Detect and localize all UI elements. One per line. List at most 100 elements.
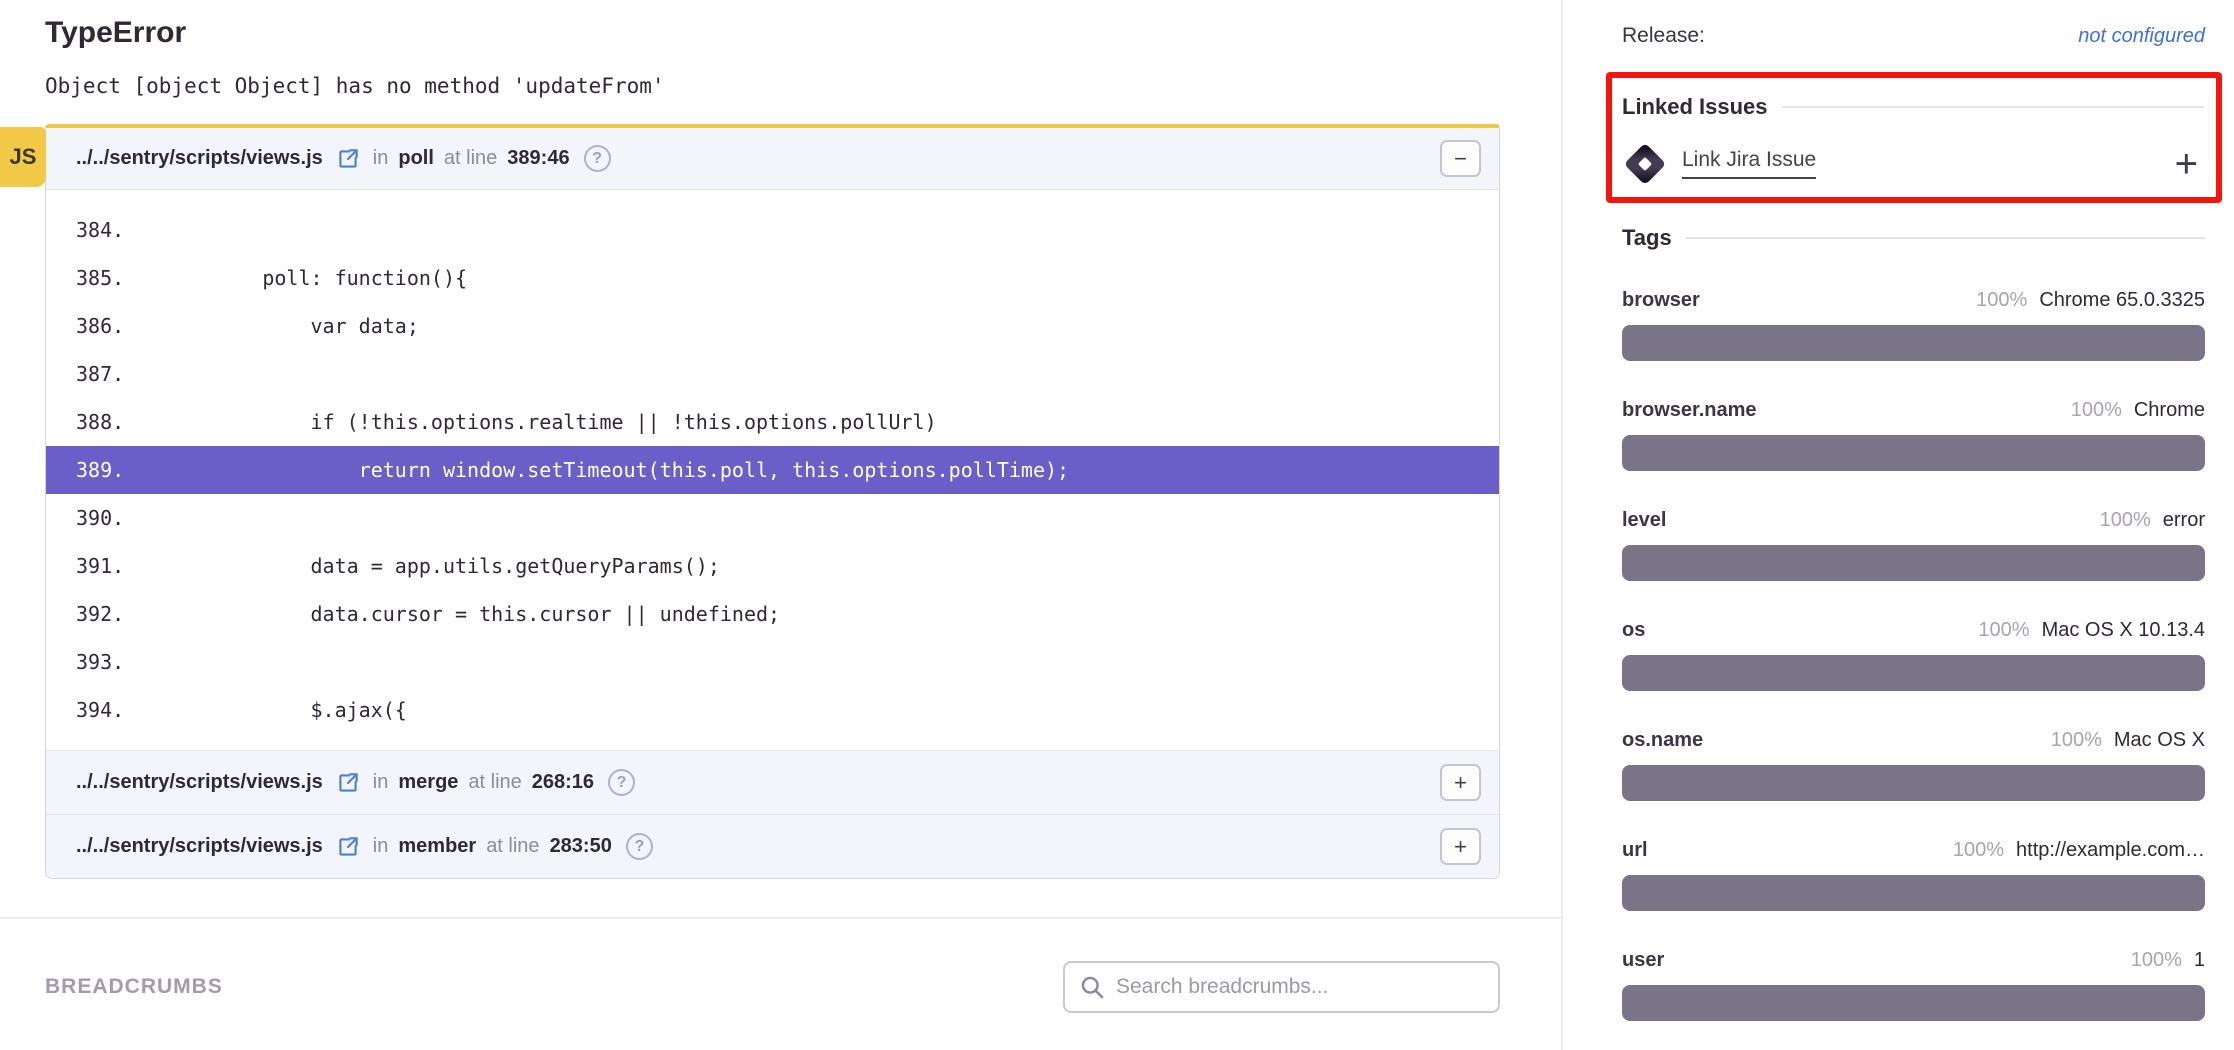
tags-header: Tags [1622, 225, 2205, 251]
header-rule [1782, 106, 2204, 108]
release-not-configured-link[interactable]: not configured [2078, 25, 2205, 48]
tag-percent: 100% [2100, 509, 2151, 532]
frame-function-name: member [398, 835, 476, 858]
expand-frame-button[interactable]: + [1440, 764, 1481, 801]
tag-percent: 100% [1978, 619, 2029, 642]
tag-value: error [2163, 509, 2205, 532]
code-line: 391. data = app.utils.getQueryParams(); [46, 542, 1499, 590]
breadcrumbs-search-input[interactable] [1116, 975, 1484, 999]
at-line-label: at line [468, 771, 521, 794]
help-icon[interactable]: ? [626, 833, 653, 860]
tag-percent: 100% [2071, 399, 2122, 422]
frame-line-number: 268:16 [532, 771, 594, 794]
stack-frame-collapsed-member: ../../sentry/scripts/views.js in member … [46, 814, 1499, 878]
frame-file-path: ../../sentry/scripts/views.js [76, 771, 323, 794]
breadcrumbs-header: BREADCRUMBS [45, 961, 1500, 1013]
tag-distribution-bar [1622, 985, 2205, 1021]
link-jira-issue-link[interactable]: Link Jira Issue [1682, 148, 1816, 179]
code-line: 392. data.cursor = this.cursor || undefi… [46, 590, 1499, 638]
at-line-label: at line [444, 147, 497, 170]
code-line: 385. poll: function(){ [46, 254, 1499, 302]
tag-key: level [1622, 509, 1666, 532]
tag-row-browser: browser 100% Chrome 65.0.3325 [1622, 289, 2205, 361]
release-row: Release: not configured [1622, 24, 2205, 48]
tag-row-os: os 100% Mac OS X 10.13.4 [1622, 619, 2205, 691]
tag-value: Chrome 65.0.3325 [2039, 289, 2205, 312]
search-icon [1079, 974, 1106, 1001]
tag-percent: 100% [2051, 729, 2102, 752]
at-line-label: at line [486, 835, 539, 858]
platform-js-badge: JS [0, 127, 46, 187]
in-label: in [373, 771, 389, 794]
frame-file-path: ../../sentry/scripts/views.js [76, 147, 323, 170]
breadcrumbs-section-divider [0, 917, 1561, 919]
tag-key: os [1622, 619, 1645, 642]
code-line: 394. $.ajax({ [46, 686, 1499, 734]
in-label: in [373, 147, 389, 170]
tag-distribution-bar [1622, 325, 2205, 361]
tag-key: os.name [1622, 729, 1703, 752]
tag-distribution-bar [1622, 435, 2205, 471]
external-link-icon[interactable] [335, 770, 361, 796]
tag-value: Mac OS X [2114, 729, 2205, 752]
help-icon[interactable]: ? [584, 145, 611, 172]
code-line: 384. [46, 206, 1499, 254]
tag-value: 1 [2194, 949, 2205, 972]
tag-key: url [1622, 839, 1648, 862]
tag-row-level: level 100% error [1622, 509, 2205, 581]
annotation-highlight-box: Linked Issues Link Jira Issue + [1606, 72, 2222, 203]
code-line: 388. if (!this.options.realtime || !this… [46, 398, 1499, 446]
external-link-icon[interactable] [335, 146, 361, 172]
error-message: Object [object Object] has no method 'up… [45, 74, 1561, 98]
jira-icon [1624, 142, 1666, 184]
frame-line-number: 389:46 [507, 147, 569, 170]
frame-function-name: poll [398, 147, 434, 170]
linked-issues-header: Linked Issues [1622, 94, 2204, 120]
breadcrumbs-search-box[interactable] [1063, 961, 1500, 1013]
expand-frame-button[interactable]: + [1440, 828, 1481, 865]
error-type-title: TypeError [45, 16, 1561, 50]
collapse-frame-button[interactable]: − [1440, 140, 1481, 177]
tag-percent: 100% [1953, 839, 2004, 862]
stacktrace-panel: ../../sentry/scripts/views.js in poll at… [45, 124, 1500, 879]
tag-distribution-bar [1622, 545, 2205, 581]
add-linked-issue-button[interactable]: + [2175, 150, 2198, 178]
code-line: 393. [46, 638, 1499, 686]
tag-row-os-name: os.name 100% Mac OS X [1622, 729, 2205, 801]
code-line: 386. var data; [46, 302, 1499, 350]
frame-line-number: 283:50 [550, 835, 612, 858]
tag-distribution-bar [1622, 655, 2205, 691]
tag-percent: 100% [2131, 949, 2182, 972]
tag-key: browser [1622, 289, 1700, 312]
issue-detail-main: TypeError Object [object Object] has no … [0, 0, 1563, 1050]
code-line: 387. [46, 350, 1499, 398]
tag-value: http://example.com… [2016, 839, 2205, 862]
tag-percent: 100% [1976, 289, 2027, 312]
tag-distribution-bar [1622, 765, 2205, 801]
frame-file-path: ../../sentry/scripts/views.js [76, 835, 323, 858]
tag-value: Chrome [2134, 399, 2205, 422]
tag-row-url: url 100% http://example.com… [1622, 839, 2205, 911]
tags-section: Tags browser 100% Chrome 65.0.3325 browser… [1622, 225, 2205, 1021]
tag-value: Mac OS X 10.13.4 [2042, 619, 2205, 642]
help-icon[interactable]: ? [608, 769, 635, 796]
tag-row-browser-name: browser.name 100% Chrome [1622, 399, 2205, 471]
tag-row-user: user 100% 1 [1622, 949, 2205, 1021]
tag-key: user [1622, 949, 1664, 972]
code-line-highlighted-crash-line: 389. return window.setTimeout(this.poll,… [46, 446, 1499, 494]
code-line: 390. [46, 494, 1499, 542]
tag-distribution-bar [1622, 875, 2205, 911]
link-jira-issue-row: Link Jira Issue + [1622, 148, 2204, 179]
linked-issues-title: Linked Issues [1622, 94, 1768, 120]
tags-title: Tags [1622, 225, 1672, 251]
breadcrumbs-title: BREADCRUMBS [45, 975, 223, 999]
external-link-icon[interactable] [335, 834, 361, 860]
header-rule [1686, 237, 2205, 239]
stack-frame-header: ../../sentry/scripts/views.js in poll at… [46, 128, 1499, 190]
release-label: Release: [1622, 24, 1705, 48]
tag-key: browser.name [1622, 399, 1757, 422]
frame-function-name: merge [398, 771, 458, 794]
source-code-context: 384. 385. poll: function(){ 386. var dat… [46, 190, 1499, 750]
stack-frame-collapsed-merge: ../../sentry/scripts/views.js in merge a… [46, 750, 1499, 814]
in-label: in [373, 835, 389, 858]
